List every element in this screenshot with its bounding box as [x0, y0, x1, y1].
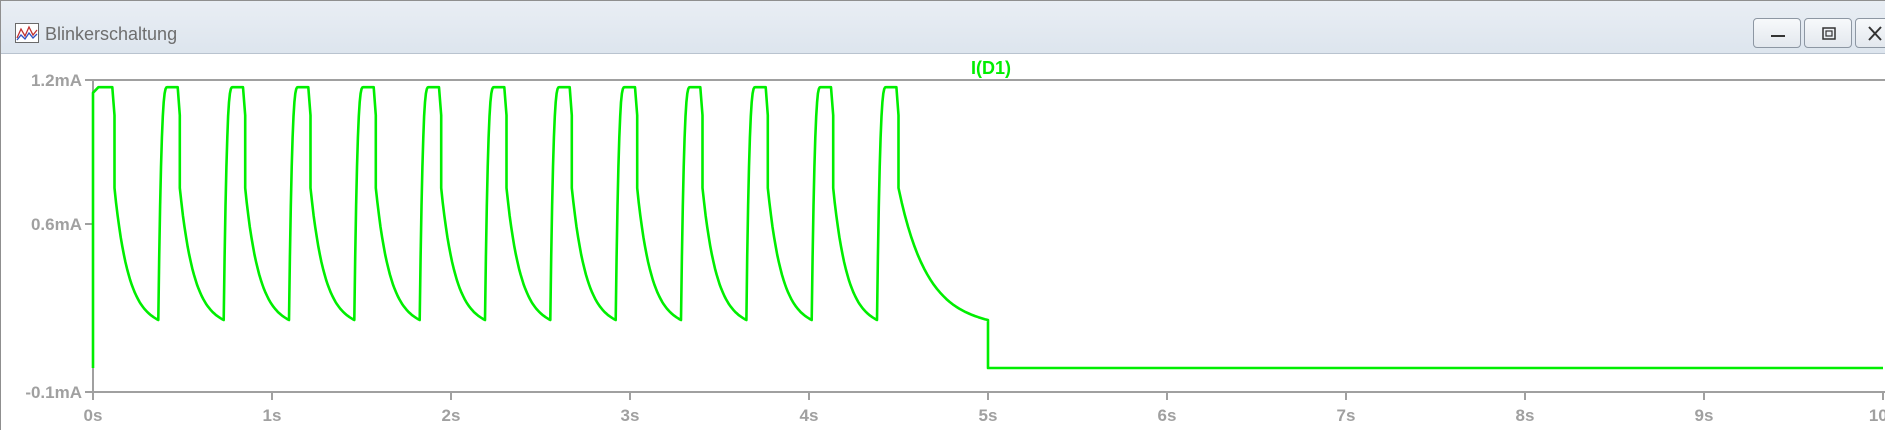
restore-button[interactable]: [1804, 18, 1852, 48]
x-tick-label: 10s: [1869, 406, 1885, 425]
trace-name-label[interactable]: I(D1): [971, 58, 1011, 78]
y-tick-label: 0.6mA: [31, 215, 82, 234]
close-icon: [1868, 26, 1882, 41]
close-button[interactable]: [1855, 18, 1885, 48]
minimize-button[interactable]: [1753, 18, 1801, 48]
y-tick-label: 1.2mA: [31, 71, 82, 90]
x-tick-label: 8s: [1516, 406, 1535, 425]
x-tick-label: 2s: [442, 406, 461, 425]
title-bar[interactable]: Blinkerschaltung: [1, 1, 1885, 54]
waveform-app-icon: [15, 23, 39, 43]
restore-icon: [1822, 27, 1836, 40]
x-tick-label: 1s: [263, 406, 282, 425]
y-tick-label: -0.1mA: [25, 383, 82, 402]
waveform-plot[interactable]: I(D1) 1.2mA 0.6mA -0.1mA0s 1s 2s 3s 4s 5s 6s 7s 8s…: [1, 53, 1885, 431]
x-tick-label: 9s: [1695, 406, 1714, 425]
x-tick-label: 6s: [1158, 406, 1177, 425]
x-tick-label: 4s: [800, 406, 819, 425]
plot-window: Blinkerschaltung I(D1) 1.2mA 0.6mA -0.1mA 0…: [0, 0, 1885, 430]
x-tick-label: 7s: [1337, 406, 1356, 425]
axis-ticks: 1.2mA 0.6mA -0.1mA0s 1s 2s 3s 4s 5s 6s 7s 8s 9s 10s: [25, 71, 1885, 425]
x-tick-label: 3s: [621, 406, 640, 425]
x-tick-label: 5s: [979, 406, 998, 425]
window-title: Blinkerschaltung: [45, 24, 178, 44]
x-tick-label: 0s: [84, 406, 103, 425]
minimize-icon: [1771, 35, 1785, 37]
trace-line-I-D1[interactable]: [91, 85, 1883, 370]
